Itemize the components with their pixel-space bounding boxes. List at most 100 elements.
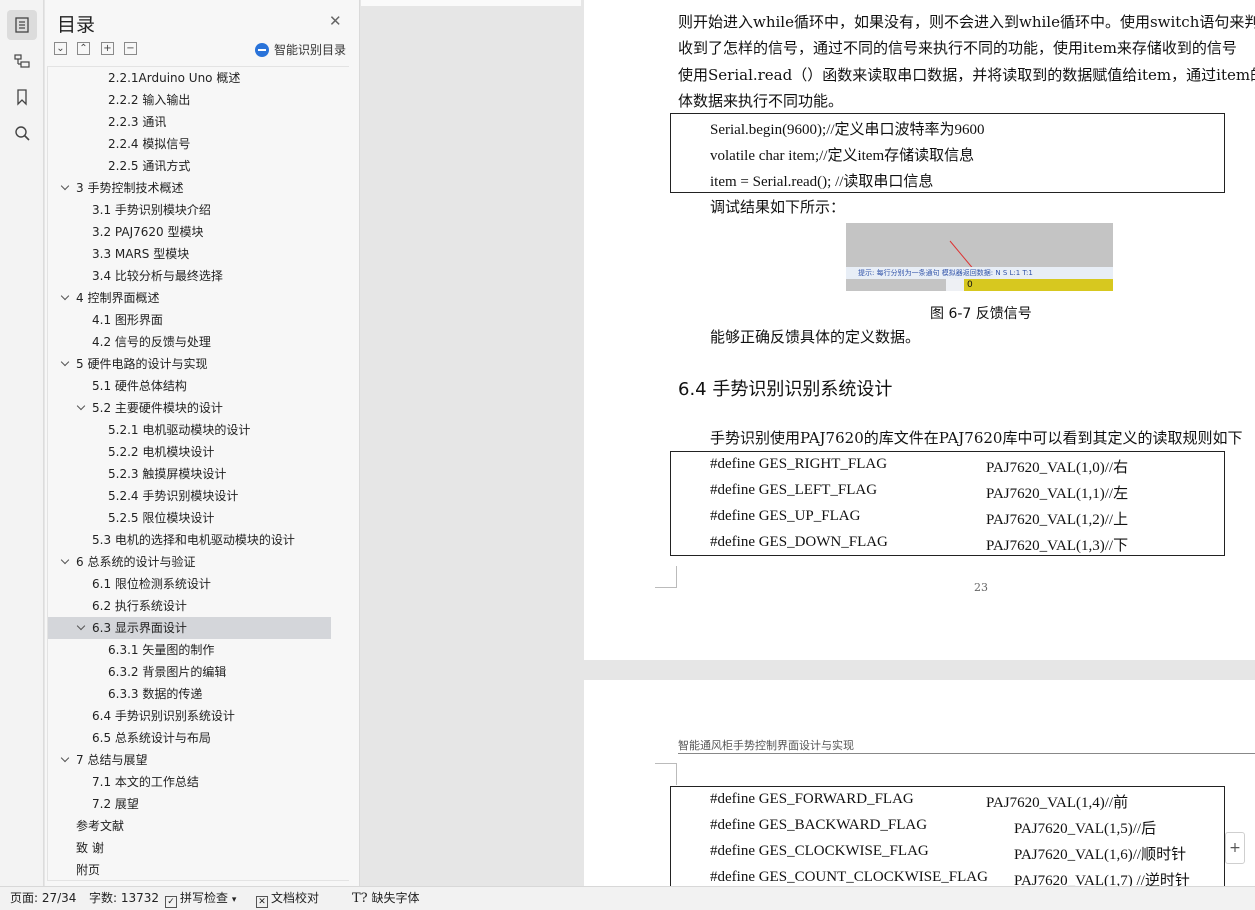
code-line: Serial.begin(9600);//定义串口波特率为9600 [710,122,985,138]
bookmark-icon[interactable] [7,82,37,112]
toc-item[interactable]: 附页 [48,859,331,881]
code-block: #define GES_RIGHT_FLAG PAJ7620_VAL(1,0)/… [670,451,1225,556]
toc-item-label: 7.2 展望 [92,797,139,811]
spell-check-button[interactable]: ✓ 拼写检查 ▾ [165,887,236,910]
toc-item-label: 3.1 手势识别模块介绍 [92,203,211,217]
page-corner-mark [655,566,677,588]
toc-item[interactable]: 5.2.1 电机驱动模块的设计 [48,419,331,441]
toc-item[interactable]: 4.2 信号的反馈与处理 [48,331,331,353]
toc-item-label: 5 硬件电路的设计与实现 [76,357,208,371]
toc-item[interactable]: 2.2.4 模拟信号 [48,133,331,155]
page-corner-mark [655,763,677,785]
missing-font-button[interactable]: T? 缺失字体 [352,887,419,910]
code-line: item = Serial.read(); //读取串口信息 [710,174,934,190]
checkbox-icon: ✓ [165,896,177,908]
code-define-value: PAJ7620_VAL(1,6)//顺时针 [1014,847,1187,863]
toc-item[interactable]: 3.1 手势识别模块介绍 [48,199,331,221]
chevron-down-icon[interactable] [62,558,70,566]
toc-item[interactable]: 3.3 MARS 型模块 [48,243,331,265]
toc-item-label: 2.2.5 通讯方式 [108,159,191,173]
body-text: 收到了怎样的信号，通过不同的信号来执行不同的功能，使用item来存储收到的信号 [678,39,1237,57]
toc-panel: 目录 ✕ ⌄ ⌃ + − 智能识别目录 2.2.1Arduino Uno 概述 2… [45,0,382,886]
expand-up-icon[interactable]: ⌃ [77,42,90,55]
toc-panel-icon[interactable] [7,10,37,40]
toc-item[interactable]: 5.2.4 手势识别模块设计 [48,485,331,507]
page-number: 23 [974,581,988,594]
add-icon[interactable]: + [1225,832,1245,864]
toc-item[interactable]: 3.2 PAJ7620 型模块 [48,221,331,243]
toc-item[interactable]: 6.4 手势识别识别系统设计 [48,705,331,727]
header-rule [678,753,1255,754]
toc-item[interactable]: 5 硬件电路的设计与实现 [48,353,331,375]
chevron-down-icon[interactable] [78,624,86,632]
toc-item-label: 3.4 比较分析与最终选择 [92,269,223,283]
toc-item-label: 附页 [76,863,101,877]
toc-item[interactable]: 6.3.2 背景图片的编辑 [48,661,331,683]
status-bar: 页面: 27/34 字数: 13732 ✓ 拼写检查 ▾ ✕ 文档校对 T? 缺失字… [0,886,1255,910]
page-count[interactable]: 页面: 27/34 [10,887,76,910]
remove-heading-icon[interactable]: − [124,42,137,55]
code-define-value: PAJ7620_VAL(1,1)//左 [986,486,1129,502]
toc-item[interactable]: 2.2.5 通讯方式 [48,155,331,177]
toc-item-label: 3 手势控制技术概述 [76,181,184,195]
toc-item-label: 4 控制界面概述 [76,291,160,305]
toc-item[interactable]: 5.2.5 限位模块设计 [48,507,331,529]
toc-item[interactable]: 7.1 本文的工作总结 [48,771,331,793]
toc-item[interactable]: 致 谢 [48,837,331,859]
collapse-all-icon[interactable]: ⌄ [54,42,67,55]
toc-item-label: 致 谢 [76,841,104,855]
toc-item[interactable]: 6.1 限位检测系统设计 [48,573,331,595]
chevron-down-icon[interactable] [78,404,86,412]
document-page: 智能通风柜手势控制界面设计与实现 #define GES_FORWARD_FLA… [584,680,1255,886]
toc-item-label: 6.2 执行系统设计 [92,599,187,613]
chevron-down-icon[interactable] [62,294,70,302]
body-text: 使用Serial.read（）函数来读取串口数据，并将读取到的数据赋值给item… [678,66,1255,84]
body-text: 手势识别使用PAJ7620的库文件在PAJ7620库中可以看到其定义的读取规则如… [710,429,1243,447]
toc-item[interactable]: 5.3 电机的选择和电机驱动模块的设计 [48,529,331,551]
code-define-name: #define GES_CLOCKWISE_FLAG [710,843,929,859]
toc-item[interactable]: 6.5 总系统设计与布局 [48,727,331,749]
toc-item-label: 5.2.5 限位模块设计 [108,511,215,525]
proofread-button[interactable]: ✕ 文档校对 [256,887,319,910]
navigation-pane-icon[interactable] [7,46,37,76]
toc-item[interactable]: 5.2 主要硬件模块的设计 [48,397,331,419]
toc-item[interactable]: 3.4 比较分析与最终选择 [48,265,331,287]
chevron-down-icon[interactable] [62,184,70,192]
toc-item[interactable]: 参考文献 [48,815,331,837]
toc-item[interactable]: 5.2.3 触摸屏模块设计 [48,463,331,485]
toc-item[interactable]: 6.3.3 数据的传递 [48,683,331,705]
toc-item-label: 6.3 显示界面设计 [92,621,187,635]
toc-item[interactable]: 6.3.1 矢量图的制作 [48,639,331,661]
smart-toc-icon [255,42,269,57]
body-text: 体数据来执行不同功能。 [678,92,844,110]
toc-item-label: 5.2 主要硬件模块的设计 [92,401,223,415]
toc-item[interactable]: 5.2.2 电机模块设计 [48,441,331,463]
toc-item[interactable]: 4 控制界面概述 [48,287,331,309]
toc-item[interactable]: 4.1 图形界面 [48,309,331,331]
chevron-down-icon[interactable] [62,756,70,764]
toc-item[interactable]: 6.3 显示界面设计 [48,617,331,639]
smart-toc-button[interactable]: 智能识别目录 [255,41,346,58]
chevron-down-icon[interactable] [62,360,70,368]
code-block: #define GES_FORWARD_FLAG PAJ7620_VAL(1,4… [670,786,1225,886]
toc-item[interactable]: 6 总系统的设计与验证 [48,551,331,573]
add-heading-icon[interactable]: + [101,42,114,55]
word-count[interactable]: 字数: 13732 [89,887,159,910]
toc-item[interactable]: 7.2 展望 [48,793,331,815]
body-text: 则开始进入while循环中，如果没有，则不会进入到while循环中。使用swit… [678,13,1255,31]
toc-item[interactable]: 5.1 硬件总体结构 [48,375,331,397]
toc-item-label: 2.2.1Arduino Uno 概述 [108,71,241,85]
toc-item[interactable]: 6.2 执行系统设计 [48,595,331,617]
toc-item[interactable]: 7 总结与展望 [48,749,331,771]
toc-item-label: 2.2.2 输入输出 [108,93,191,107]
toc-item-label: 6.3.2 背景图片的编辑 [108,665,227,679]
search-icon[interactable] [7,118,37,148]
toc-item[interactable]: 2.2.2 输入输出 [48,89,331,111]
toc-title: 目录 [57,14,96,36]
close-icon[interactable]: ✕ [329,12,342,30]
code-define-name: #define GES_RIGHT_FLAG [710,456,888,472]
toc-item[interactable]: 3 手势控制技术概述 [48,177,331,199]
toc-item[interactable]: 2.2.3 通讯 [48,111,331,133]
toc-item[interactable]: 2.2.1Arduino Uno 概述 [48,67,331,89]
spell-check-label: 拼写检查 [180,891,229,905]
